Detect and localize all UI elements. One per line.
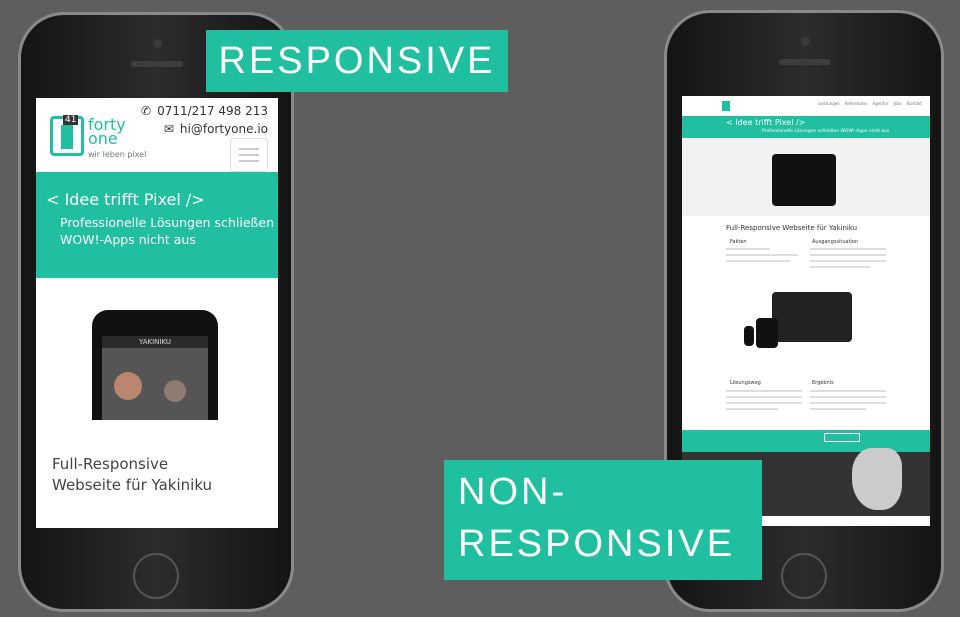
brand-name: forty one <box>88 117 126 148</box>
device-lineup-phone <box>744 326 754 346</box>
showcase-device-image: YAKINIKU <box>92 310 218 420</box>
desktop-nav-links: Leistungen Referenzen Agentur Jobs Konta… <box>818 101 922 106</box>
project-title-line-2: Webseite für Yakiniku <box>52 476 213 494</box>
text-block <box>810 402 886 404</box>
showcase-device-screen: YAKINIKU <box>102 336 208 420</box>
phone-icon: ✆ <box>141 104 152 118</box>
desktop-hero-title: < Idee trifft Pixel /> <box>726 118 806 127</box>
phone-contact[interactable]: ✆ 0711/217 498 213 <box>141 104 268 118</box>
menu-icon <box>239 154 259 156</box>
nav-link[interactable]: Agentur <box>872 101 888 106</box>
text-block <box>726 396 802 398</box>
text-block <box>810 408 866 410</box>
mail-icon: ✉ <box>163 122 174 136</box>
left-phone-screen: ✆ 0711/217 498 213 ✉ hi@fortyone.io 41 f… <box>36 98 278 528</box>
desktop-showcase <box>682 138 930 216</box>
nav-link[interactable]: Jobs <box>893 101 901 106</box>
desktop-hero-subtitle: Professionelle Lösungen schließen WOW!-A… <box>762 129 890 134</box>
brand-tagline: wir leben pixel <box>88 150 147 159</box>
device-lineup-laptop <box>772 292 852 342</box>
text-block <box>726 402 802 404</box>
email-contact[interactable]: ✉ hi@fortyone.io <box>164 122 268 136</box>
responsive-label: RESPONSIVE <box>206 30 508 92</box>
logo-phone-icon <box>61 125 73 149</box>
text-block <box>810 254 886 256</box>
text-block <box>810 248 886 250</box>
desktop-page-title: Full-Responsive Webseite für Yakiniku <box>726 224 858 232</box>
section-heading: Fakten <box>730 239 747 245</box>
hero-subtitle: Professionelle Lösungen schließen WOW!-A… <box>60 215 274 247</box>
food-image <box>164 380 186 402</box>
nav-link[interactable]: Kontakt <box>907 101 922 106</box>
responsive-label-text: RESPONSIVE <box>218 40 496 82</box>
text-block <box>810 396 886 398</box>
left-phone-camera <box>153 39 162 48</box>
text-block <box>810 390 886 392</box>
left-phone-speaker <box>131 61 183 67</box>
hamburger-menu-button[interactable] <box>230 138 268 172</box>
text-block <box>726 260 790 262</box>
text-block <box>810 260 886 262</box>
hero-banner: < Idee trifft Pixel /> Professionelle Lö… <box>36 172 278 278</box>
text-block <box>726 248 770 250</box>
desktop-logo[interactable] <box>722 101 730 111</box>
non-responsive-label: NON- RESPONSIVE <box>444 460 762 580</box>
right-phone-speaker <box>779 59 831 65</box>
phone-number: 0711/217 498 213 <box>157 104 268 118</box>
device-lineup-tablet <box>756 318 778 348</box>
desktop-nav: Leistungen Referenzen Agentur Jobs Konta… <box>682 96 930 117</box>
fortyone-logo[interactable]: 41 <box>50 115 84 156</box>
desktop-device-image <box>772 154 836 206</box>
right-phone-home-button <box>781 553 827 599</box>
non-responsive-label-line-1: NON- <box>458 471 568 513</box>
text-block <box>726 254 798 256</box>
desktop-hero: < Idee trifft Pixel /> Professionelle Lö… <box>682 116 930 138</box>
section-heading: Ergebnis <box>812 380 834 386</box>
menu-icon <box>239 160 259 162</box>
non-responsive-label-line-2: RESPONSIVE <box>458 523 736 565</box>
left-phone-home-button <box>133 553 179 599</box>
food-image <box>114 372 142 400</box>
section-heading: Ausgangssituation <box>812 239 859 245</box>
nav-link[interactable]: Referenzen <box>845 101 868 106</box>
text-block <box>810 266 870 268</box>
project-title-line-1: Full-Responsive <box>52 455 169 473</box>
left-phone-frame: ✆ 0711/217 498 213 ✉ hi@fortyone.io 41 f… <box>18 12 294 612</box>
text-block <box>726 408 778 410</box>
device-brand-bar: YAKINIKU <box>102 336 208 348</box>
brand-line-2: one <box>88 129 118 148</box>
logo-number: 41 <box>63 115 79 125</box>
germany-map-image <box>852 448 902 510</box>
text-block <box>726 390 802 392</box>
project-title: Full-Responsive Webseite für Yakiniku <box>52 454 212 496</box>
footer-cta-button[interactable] <box>824 433 860 442</box>
right-phone-camera <box>801 37 810 46</box>
email-address: hi@fortyone.io <box>179 122 268 136</box>
menu-icon <box>239 148 259 150</box>
nav-link[interactable]: Leistungen <box>818 101 840 106</box>
hero-title: < Idee trifft Pixel /> <box>46 190 205 209</box>
section-heading: Lösungsweg <box>730 380 761 386</box>
